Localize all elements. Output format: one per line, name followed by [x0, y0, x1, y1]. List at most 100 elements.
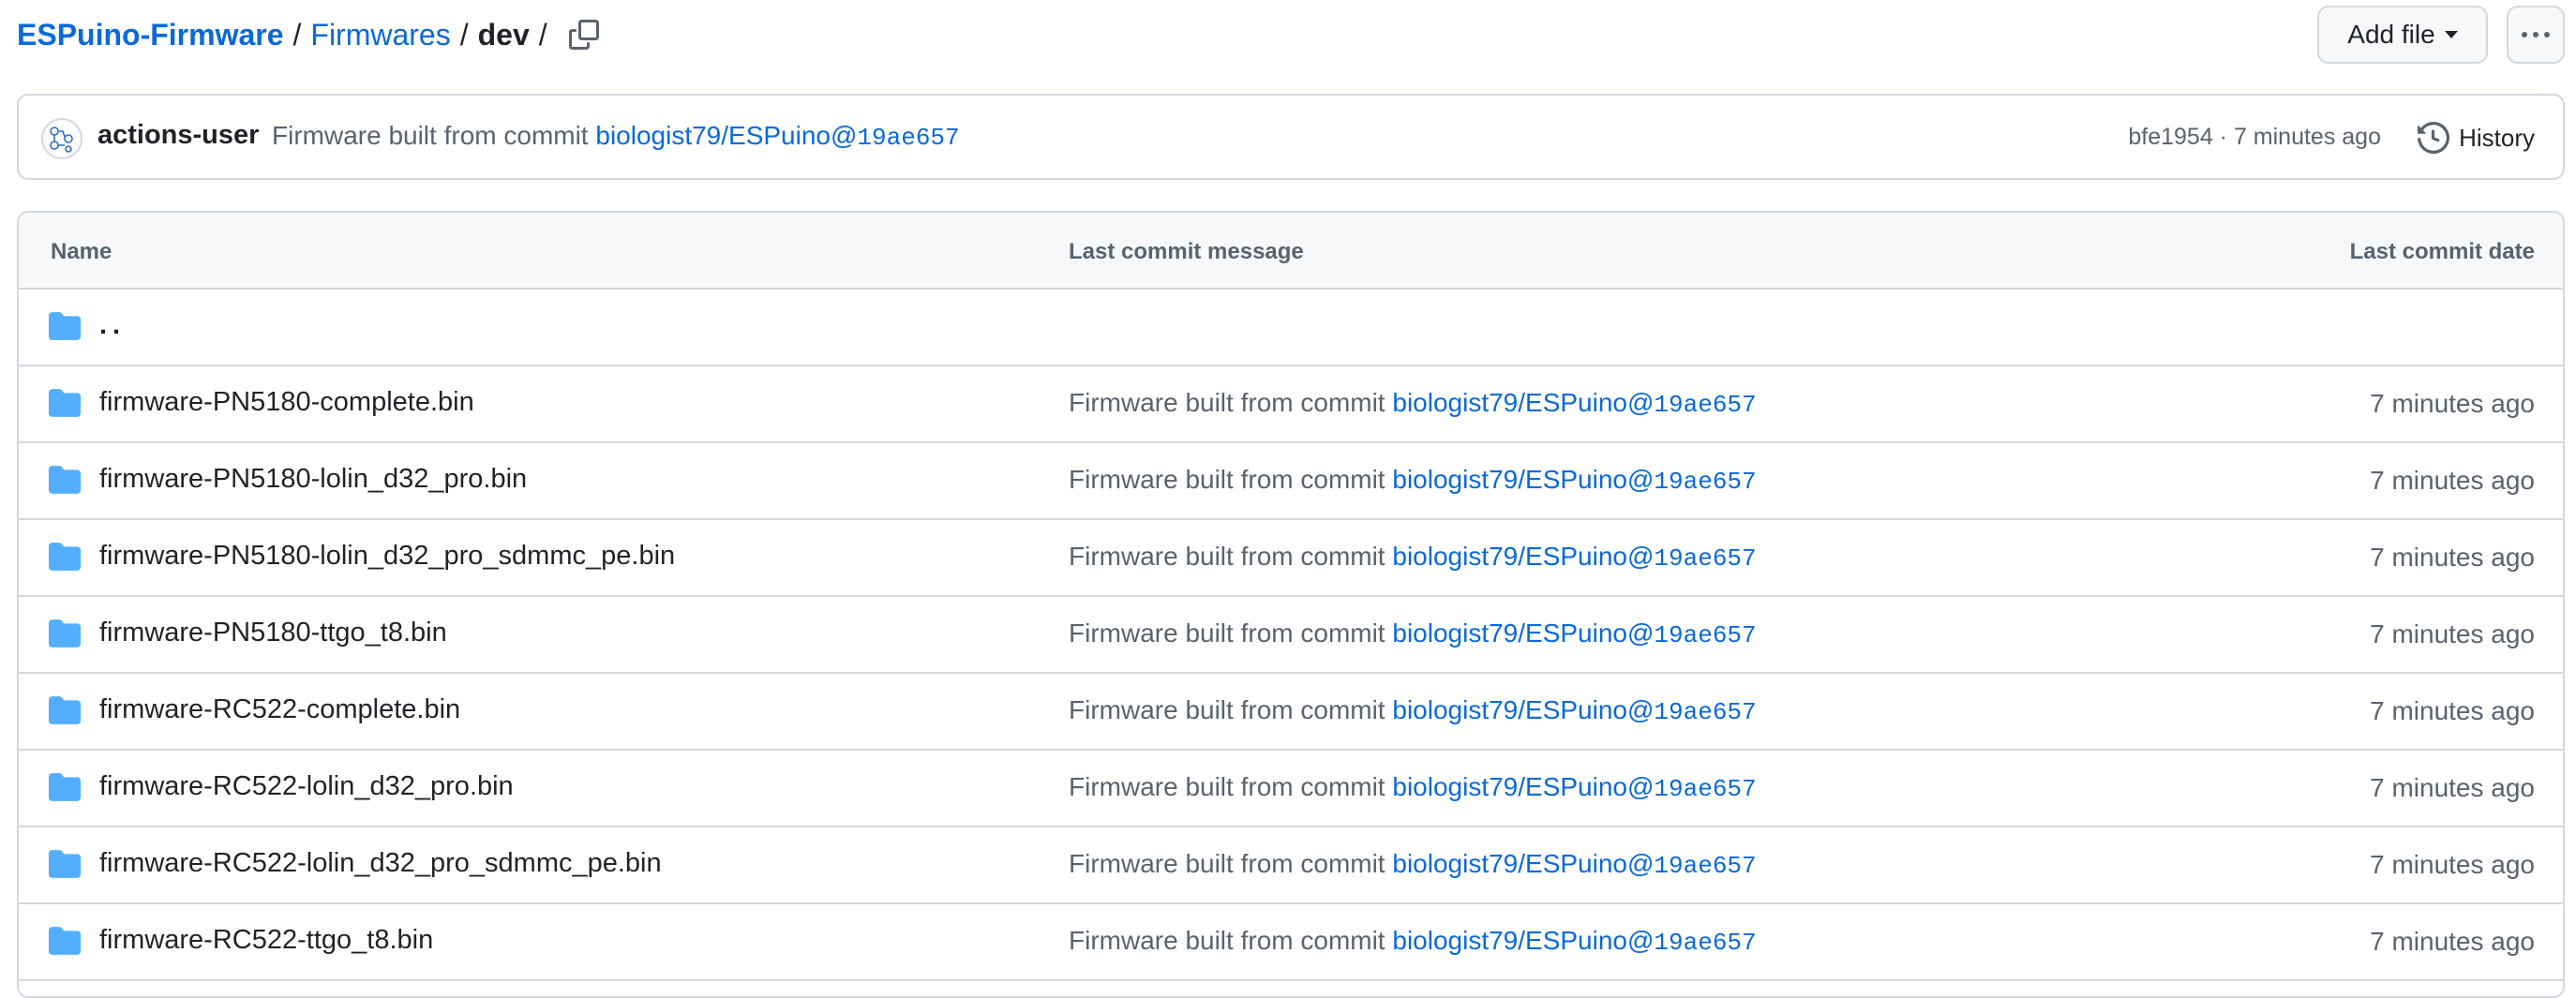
breadcrumb-repo-link[interactable]: ESPuino-Firmware: [17, 18, 284, 52]
row-commit-message: Firmware built from commit biologist79/E…: [1069, 695, 1757, 726]
parent-directory-link[interactable]: ..: [99, 310, 126, 341]
commit-ref-link[interactable]: biologist79/ESPuino@19ae657: [595, 121, 960, 152]
breadcrumb-current: dev: [477, 17, 530, 52]
row-commit-ref-hash: 19ae657: [1654, 621, 1757, 649]
file-name-link[interactable]: firmware-RC522-ttgo_t8.bin: [99, 925, 433, 956]
row-commit-ref-repo: biologist79/ESPuino@: [1392, 849, 1655, 878]
row-commit-date: 7 minutes ago: [2370, 389, 2535, 418]
file-name-link[interactable]: firmware-RC522-lolin_d32_pro_sdmmc_pe.bi…: [99, 848, 662, 879]
latest-commit-box: actions-user Firmware built from commit …: [17, 94, 2565, 180]
folder-icon: [49, 312, 81, 340]
table-row: firmware-PN5180-lolin_d32_pro.bin Firmwa…: [19, 443, 2563, 520]
commit-message-text: Firmware built from commit: [272, 121, 589, 150]
table-row: firmware-RC522-lolin_d32_pro_sdmmc_pe.bi…: [19, 827, 2563, 904]
row-commit-ref-link[interactable]: biologist79/ESPuino@19ae657: [1392, 618, 1757, 649]
breadcrumb: ESPuino-Firmware / Firmwares / dev /: [17, 11, 557, 58]
row-commit-ref-hash: 19ae657: [1654, 698, 1757, 726]
file-name-link[interactable]: firmware-PN5180-ttgo_t8.bin: [99, 618, 447, 648]
row-commit-date: 7 minutes ago: [2370, 619, 2535, 648]
row-commit-text: Firmware built from commit: [1069, 695, 1385, 724]
row-commit-text: Firmware built from commit: [1069, 542, 1385, 571]
parent-directory-row[interactable]: ..: [19, 290, 2563, 366]
kebab-horizontal-icon: [2522, 32, 2527, 37]
row-commit-ref-repo: biologist79/ESPuino@: [1392, 388, 1655, 417]
row-commit-ref-repo: biologist79/ESPuino@: [1392, 695, 1655, 724]
commit-ref-repo: biologist79/ESPuino@: [595, 121, 858, 150]
table-row: firmware-RC522-complete.bin Firmware bui…: [19, 674, 2563, 751]
row-commit-text: Firmware built from commit: [1069, 849, 1385, 878]
copy-icon: [569, 20, 599, 50]
add-file-button[interactable]: Add file: [2317, 6, 2488, 64]
row-commit-date: 7 minutes ago: [2370, 466, 2535, 495]
folder-icon: [49, 696, 81, 724]
row-commit-ref-hash: 19ae657: [1654, 468, 1757, 496]
row-commit-ref-link[interactable]: biologist79/ESPuino@19ae657: [1392, 388, 1757, 419]
row-commit-message: Firmware built from commit biologist79/E…: [1069, 388, 1757, 419]
row-commit-ref-link[interactable]: biologist79/ESPuino@19ae657: [1392, 695, 1757, 726]
folder-icon: [49, 927, 81, 955]
table-row: firmware-PN5180-complete.bin Firmware bu…: [19, 366, 2563, 443]
row-commit-text: Firmware built from commit: [1069, 926, 1385, 955]
row-commit-date: 7 minutes ago: [2370, 696, 2535, 725]
commit-ref-hash: 19ae657: [857, 124, 960, 152]
column-header-name: Name: [51, 239, 112, 264]
breadcrumb-separator: /: [292, 17, 302, 52]
row-commit-message: Firmware built from commit biologist79/E…: [1069, 926, 1757, 957]
table-row: firmware-PN5180-ttgo_t8.bin Firmware bui…: [19, 597, 2563, 674]
breadcrumb-folder-link[interactable]: Firmwares: [310, 18, 450, 52]
avatar[interactable]: [41, 118, 82, 159]
commit-meta[interactable]: bfe1954 · 7 minutes ago: [2128, 124, 2381, 151]
history-icon: [2418, 122, 2450, 154]
history-button[interactable]: History: [2418, 116, 2535, 159]
row-commit-ref-repo: biologist79/ESPuino@: [1392, 542, 1655, 571]
table-row: firmware-RC522-ttgo_t8.bin Firmware buil…: [19, 904, 2563, 981]
column-header-date: Last commit date: [2349, 239, 2535, 264]
row-commit-ref-link[interactable]: biologist79/ESPuino@19ae657: [1392, 849, 1757, 880]
row-commit-ref-hash: 19ae657: [1654, 852, 1757, 880]
table-row: firmware-RC522-lolin_d32_pro.bin Firmwar…: [19, 751, 2563, 827]
row-commit-text: Firmware built from commit: [1069, 465, 1385, 494]
file-name-link[interactable]: firmware-RC522-complete.bin: [99, 694, 460, 725]
row-commit-message: Firmware built from commit biologist79/E…: [1069, 542, 1757, 573]
copy-path-button[interactable]: [561, 11, 607, 58]
row-commit-ref-repo: biologist79/ESPuino@: [1392, 926, 1655, 955]
file-name-link[interactable]: firmware-PN5180-lolin_d32_pro_sdmmc_pe.b…: [99, 541, 675, 572]
file-name-link[interactable]: firmware-PN5180-complete.bin: [99, 387, 474, 418]
triangle-down-icon: [2444, 31, 2458, 38]
top-bar: ESPuino-Firmware / Firmwares / dev / Add…: [17, 0, 2565, 71]
row-commit-text: Firmware built from commit: [1069, 388, 1385, 417]
folder-icon: [49, 543, 81, 571]
row-commit-ref-hash: 19ae657: [1654, 544, 1757, 573]
add-file-label: Add file: [2347, 20, 2435, 49]
file-name-link[interactable]: firmware-PN5180-lolin_d32_pro.bin: [99, 464, 527, 495]
breadcrumb-separator: /: [538, 17, 547, 52]
row-commit-ref-link[interactable]: biologist79/ESPuino@19ae657: [1392, 542, 1757, 573]
breadcrumb-separator: /: [459, 17, 469, 52]
row-commit-message: Firmware built from commit biologist79/E…: [1069, 465, 1757, 496]
row-commit-ref-repo: biologist79/ESPuino@: [1392, 618, 1655, 648]
row-commit-message: Firmware built from commit biologist79/E…: [1069, 772, 1757, 803]
row-commit-ref-link[interactable]: biologist79/ESPuino@19ae657: [1392, 465, 1757, 496]
row-commit-ref-repo: biologist79/ESPuino@: [1392, 772, 1655, 801]
history-label: History: [2459, 123, 2535, 152]
row-commit-ref-repo: biologist79/ESPuino@: [1392, 465, 1655, 494]
row-commit-text: Firmware built from commit: [1069, 618, 1385, 648]
file-name-link[interactable]: firmware-RC522-lolin_d32_pro.bin: [99, 771, 514, 802]
row-commit-message: Firmware built from commit biologist79/E…: [1069, 849, 1757, 880]
row-commit-ref-link[interactable]: biologist79/ESPuino@19ae657: [1392, 926, 1756, 957]
table-header: Name Last commit message Last commit dat…: [19, 213, 2563, 290]
more-options-button[interactable]: [2507, 6, 2565, 64]
column-header-message: Last commit message: [1069, 239, 1304, 264]
row-commit-message: Firmware built from commit biologist79/E…: [1069, 618, 1757, 649]
row-commit-ref-hash: 19ae657: [1654, 391, 1757, 419]
actions-bot-icon: [50, 127, 73, 153]
row-commit-ref-link[interactable]: biologist79/ESPuino@19ae657: [1392, 772, 1756, 803]
row-commit-date: 7 minutes ago: [2370, 543, 2535, 572]
row-commit-date: 7 minutes ago: [2370, 927, 2535, 956]
row-commit-date: 7 minutes ago: [2370, 773, 2535, 802]
commit-author[interactable]: actions-user: [97, 120, 259, 151]
row-commit-text: Firmware built from commit: [1069, 772, 1385, 801]
folder-icon: [49, 773, 81, 801]
table-row: firmware-PN5180-lolin_d32_pro_sdmmc_pe.b…: [19, 520, 2563, 597]
folder-icon: [49, 850, 81, 878]
